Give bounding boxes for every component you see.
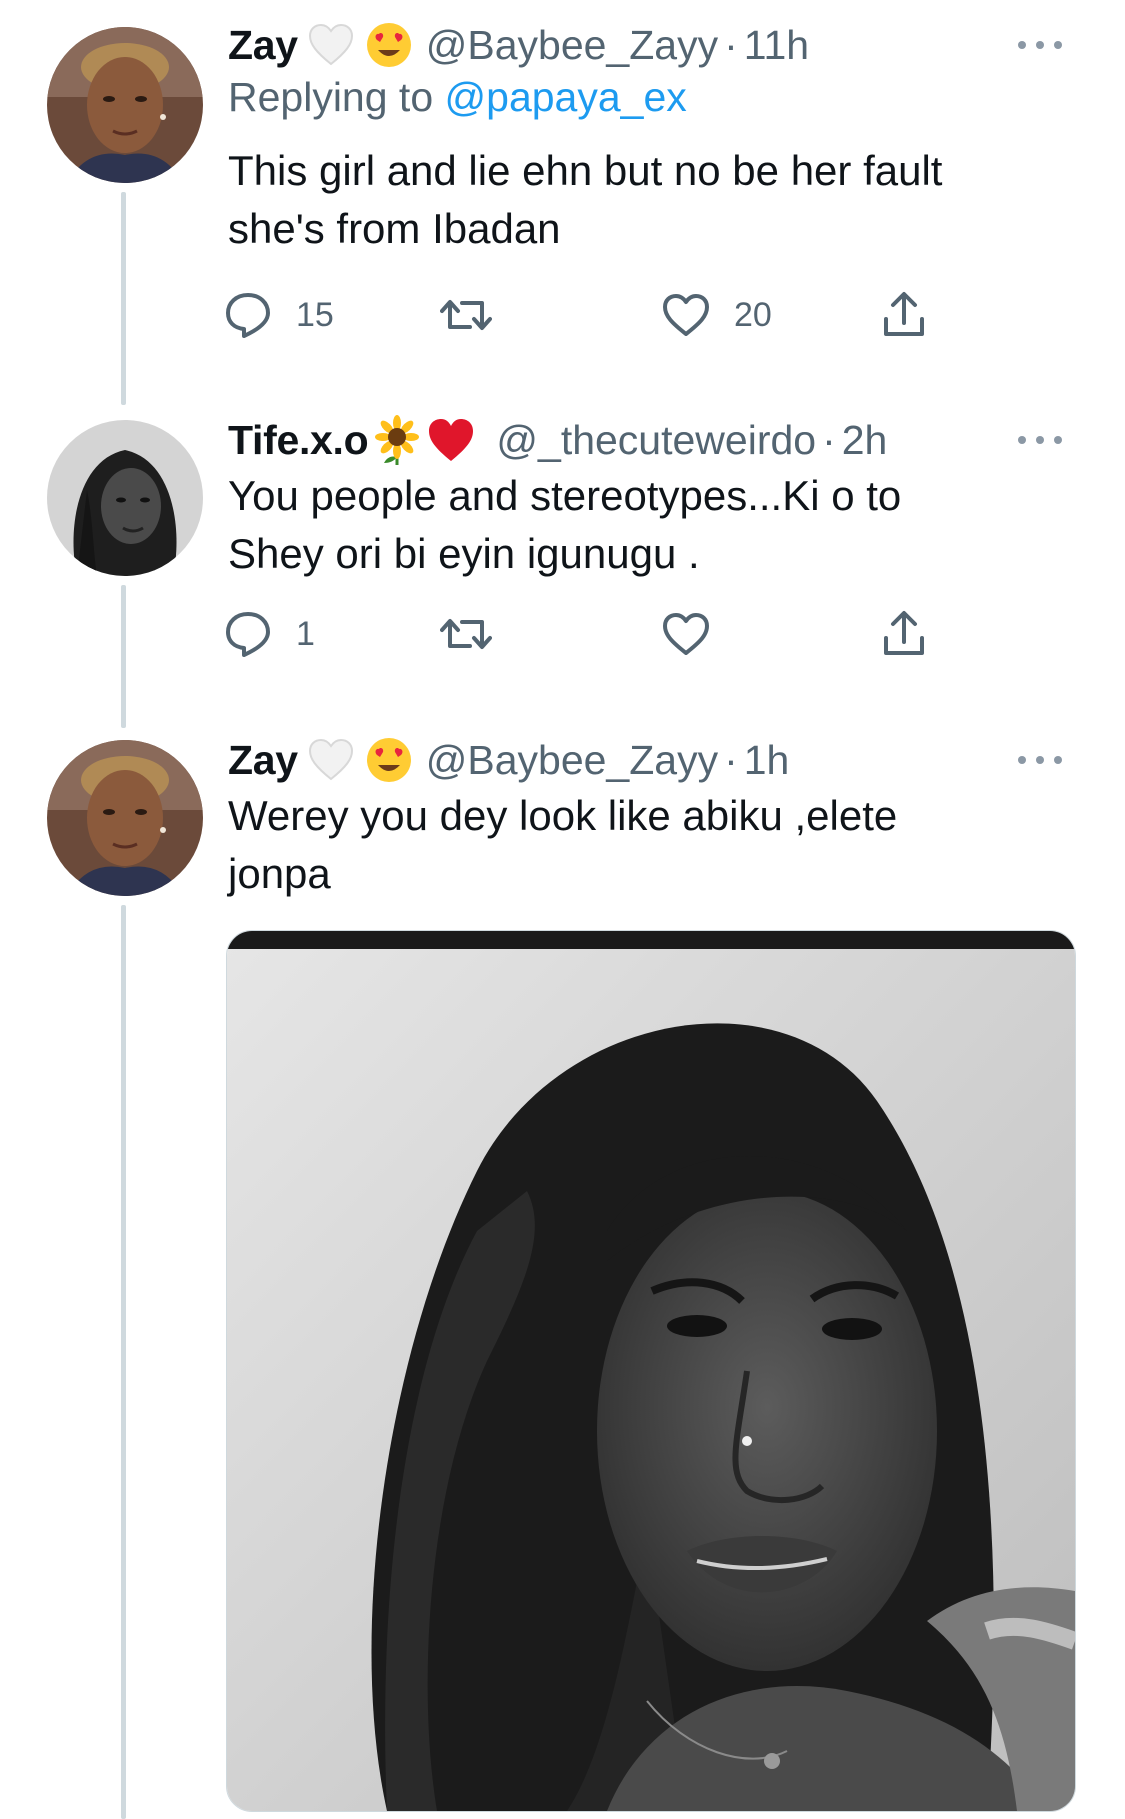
tweet-actions: 15 20 [222,285,924,345]
tweet-actions: 1 [222,604,924,664]
thread-line [121,192,126,405]
heart-icon [663,294,709,336]
tweet-media-photo[interactable] [226,930,1076,1812]
retweet-button[interactable] [440,604,514,664]
share-button[interactable] [878,604,930,664]
retweet-icon [440,300,492,330]
reply-icon [226,612,270,657]
display-name[interactable]: Zay [228,735,298,785]
timestamp[interactable]: 2h [842,415,888,465]
replying-to-handle[interactable]: @papaya_ex [445,74,687,120]
portrait-photo [227,931,1075,1811]
handle[interactable]: @_thecuteweirdo [496,415,816,465]
more-options-icon[interactable] [1015,433,1065,447]
heart-eyes-emoji-icon [366,23,411,67]
avatar[interactable] [47,740,203,896]
sunflower-icon [375,415,420,465]
display-name[interactable]: Tife.x.o [228,415,369,465]
separator: · [724,22,738,68]
share-icon [884,611,924,655]
replying-to-label: Replying to [228,74,434,120]
tweet-text: This girl and lie ehn but no be her faul… [228,147,943,252]
timestamp[interactable]: 1h [744,735,790,785]
like-button[interactable]: 20 [660,285,772,345]
handle[interactable]: @Baybee_Zayy [426,735,718,785]
tweet[interactable]: Tife.x.o @_thecuteweirdo · 2h You people… [228,415,1065,583]
tweet-header: Zay @Baybee_Zayy · 1h [228,735,1065,785]
more-options-icon[interactable] [1015,38,1065,52]
avatar[interactable] [47,420,203,576]
tweet-header: Zay @Baybee_Zayy · 11h [228,20,1065,70]
more-options-icon[interactable] [1015,753,1065,767]
share-button[interactable] [878,285,930,345]
white-heart-icon [308,23,353,66]
display-name[interactable]: Zay [228,20,298,70]
reply-button[interactable]: 15 [222,285,334,345]
separator: · [724,737,738,783]
like-button[interactable] [660,604,734,664]
reply-icon [226,293,270,338]
avatar[interactable] [47,27,203,183]
retweet-button[interactable] [440,285,514,345]
tweet[interactable]: Zay @Baybee_Zayy · 1h Werey you dey look… [228,735,1065,903]
handle[interactable]: @Baybee_Zayy [426,20,718,70]
reply-count: 1 [296,614,315,653]
thread-line [121,905,126,1819]
separator: · [822,417,836,463]
thread-line [121,585,126,728]
heart-eyes-emoji-icon [366,738,411,782]
tweet-text: Werey you dey look like abiku ,elete jon… [228,792,898,897]
reply-button[interactable]: 1 [222,604,315,664]
red-heart-icon [429,419,474,461]
reply-count: 15 [296,295,334,334]
timestamp[interactable]: 11h [744,20,809,70]
heart-icon [663,613,709,655]
share-icon [884,292,924,336]
retweet-icon [440,619,492,649]
white-heart-icon [308,738,353,781]
tweet-text: You people and stereotypes...Ki o to She… [228,472,902,577]
like-count: 20 [734,295,772,334]
replying-to: Replying to @papaya_ex [228,70,1065,124]
tweet-header: Tife.x.o @_thecuteweirdo · 2h [228,415,1065,465]
tweet[interactable]: Zay @Baybee_Zayy · 11h Replying to @papa… [228,20,1065,258]
